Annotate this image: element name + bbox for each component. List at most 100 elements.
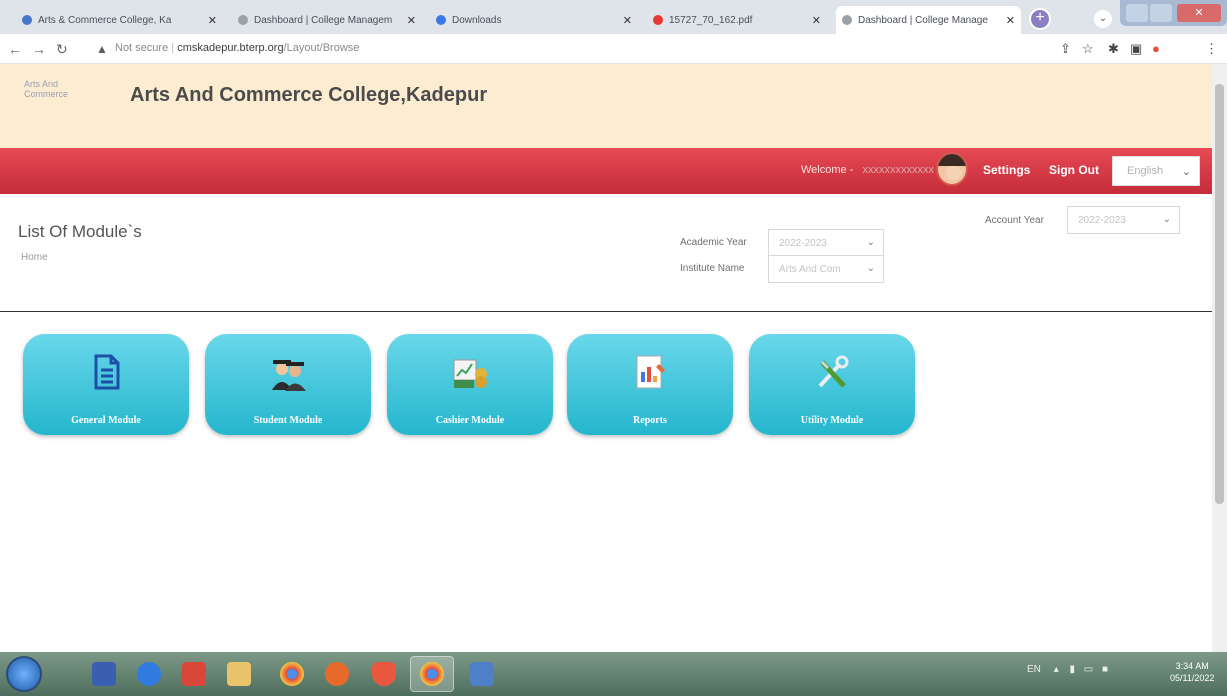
reports-icon bbox=[636, 355, 665, 389]
warning-icon[interactable]: ▲ bbox=[96, 42, 108, 56]
url-field[interactable]: Not secure | cmskadepur.bterp.org/Layout… bbox=[115, 42, 359, 54]
welcome-label: Welcome - bbox=[801, 164, 854, 176]
extensions-icon[interactable]: ✱ bbox=[1108, 41, 1119, 57]
tile-label: Utility Module bbox=[800, 415, 864, 426]
tab-title: 15727_70_162.pdf bbox=[669, 14, 753, 26]
browser-tab[interactable]: Arts & Commerce College, Ka ✕ bbox=[16, 6, 223, 34]
avatar[interactable] bbox=[936, 152, 968, 186]
sign-out-link[interactable]: Sign Out bbox=[1049, 163, 1099, 177]
chrome-icon[interactable] bbox=[280, 662, 304, 686]
url-path: /Layout/Browse bbox=[283, 42, 360, 54]
taskbar: EN ▴ ▮ ▭ ■ 3:34 AM 05/11/2022 bbox=[0, 652, 1227, 696]
screen: Arts & Commerce College, Ka ✕ Dashboard … bbox=[0, 0, 1227, 696]
student-module-tile[interactable]: Student Module bbox=[205, 334, 371, 435]
chevron-down-icon: ⌄ bbox=[866, 263, 875, 274]
close-icon[interactable]: ✕ bbox=[1006, 14, 1015, 27]
tab-title: Dashboard | College Manage bbox=[858, 14, 988, 26]
download-icon bbox=[436, 15, 446, 25]
system-tray: EN ▴ ▮ ▭ ■ bbox=[1027, 664, 1108, 675]
close-icon[interactable]: ✕ bbox=[623, 14, 632, 27]
close-icon[interactable]: ✕ bbox=[208, 14, 217, 27]
reports-tile[interactable]: Reports bbox=[567, 334, 733, 435]
image-viewer-icon[interactable] bbox=[470, 662, 494, 686]
account-year-select[interactable]: 2022-2023 ⌄ bbox=[1067, 206, 1180, 234]
volume-icon[interactable]: ■ bbox=[1102, 664, 1108, 675]
tile-label: General Module bbox=[71, 415, 141, 426]
share-icon[interactable]: ⇪ bbox=[1060, 41, 1071, 57]
avatar-face bbox=[946, 166, 962, 180]
tile-label: Reports bbox=[633, 415, 667, 426]
tile-label: Student Module bbox=[253, 415, 323, 426]
page-icon bbox=[238, 15, 248, 25]
logo-alt-text: Arts And Commerce bbox=[24, 79, 69, 99]
chevron-down-icon: ⌄ bbox=[1162, 214, 1171, 225]
brave-icon[interactable] bbox=[372, 662, 396, 686]
chevron-down-icon[interactable]: ⌄ bbox=[1094, 10, 1112, 28]
site-header: Arts And Commerce Arts And Commerce Coll… bbox=[0, 64, 1220, 149]
tab-title: Dashboard | College Managem bbox=[254, 14, 393, 26]
institute-name-label: Institute Name bbox=[680, 263, 745, 274]
profile-icon[interactable]: ● bbox=[1152, 41, 1160, 56]
academic-year-label: Academic Year bbox=[680, 237, 747, 248]
page-scrollbar[interactable] bbox=[1212, 64, 1227, 652]
office-icon[interactable] bbox=[182, 662, 206, 686]
new-tab-button[interactable]: + bbox=[1029, 8, 1051, 30]
browser-tab[interactable]: 15727_70_162.pdf ✕ bbox=[647, 6, 827, 34]
window-controls: ✕ bbox=[1120, 0, 1227, 26]
firefox-icon[interactable] bbox=[325, 662, 349, 686]
folder-icon[interactable] bbox=[227, 662, 251, 686]
close-window-button[interactable]: ✕ bbox=[1177, 4, 1221, 22]
maximize-button[interactable] bbox=[1150, 4, 1172, 22]
college-logo: Arts And Commerce bbox=[24, 79, 84, 139]
start-button[interactable] bbox=[6, 656, 42, 692]
menu-icon[interactable]: ⋮ bbox=[1205, 41, 1218, 57]
reload-icon[interactable]: ↻ bbox=[56, 41, 68, 58]
top-nav: Welcome - xxxxxxxxxxxxx Settings Sign Ou… bbox=[0, 148, 1220, 194]
account-year-value: 2022-2023 bbox=[1078, 215, 1126, 226]
browser-tab[interactable]: Dashboard | College Managem ✕ bbox=[232, 6, 422, 34]
institute-name-value: Arts And Com bbox=[779, 264, 841, 275]
browser-tab[interactable]: Downloads ✕ bbox=[430, 6, 638, 34]
document-icon bbox=[94, 354, 120, 390]
sidebar-icon[interactable]: ▣ bbox=[1130, 41, 1142, 57]
academic-year-select[interactable]: 2022-2023 ⌄ bbox=[768, 229, 884, 257]
browser-tab-bar: Arts & Commerce College, Ka ✕ Dashboard … bbox=[0, 0, 1227, 34]
divider bbox=[0, 311, 1220, 312]
clock-date: 05/11/2022 bbox=[1170, 673, 1215, 683]
action-center-icon[interactable]: ▭ bbox=[1084, 664, 1093, 675]
settings-link[interactable]: Settings bbox=[983, 163, 1030, 177]
media-player-icon[interactable] bbox=[92, 662, 116, 686]
language-value: English bbox=[1127, 165, 1164, 177]
back-icon[interactable]: ← bbox=[8, 41, 22, 57]
browser-tab-active[interactable]: Dashboard | College Manage ✕ bbox=[836, 6, 1021, 34]
breadcrumb[interactable]: Home bbox=[21, 252, 48, 263]
close-icon[interactable]: ✕ bbox=[812, 14, 821, 27]
network-icon[interactable]: ▮ bbox=[1070, 664, 1076, 675]
minimize-button[interactable] bbox=[1126, 4, 1148, 22]
chrome-icon[interactable] bbox=[420, 662, 444, 686]
scrollbar-thumb[interactable] bbox=[1215, 84, 1224, 504]
address-bar: ← → ↻ ▲ Not secure | cmskadepur.bterp.or… bbox=[0, 34, 1227, 64]
internet-explorer-icon[interactable] bbox=[137, 662, 161, 686]
page-icon bbox=[842, 15, 852, 25]
institute-name-select[interactable]: Arts And Com ⌄ bbox=[768, 255, 884, 283]
general-module-tile[interactable]: General Module bbox=[23, 334, 189, 435]
graduates-icon bbox=[272, 360, 306, 391]
language-select[interactable]: English ⌄ bbox=[1112, 156, 1200, 186]
tray-arrow-icon[interactable]: ▴ bbox=[1054, 664, 1059, 675]
user-name: xxxxxxxxxxxxx bbox=[862, 164, 934, 176]
utility-module-tile[interactable]: Utility Module bbox=[749, 334, 915, 435]
tab-title: Downloads bbox=[452, 14, 502, 26]
close-icon[interactable]: ✕ bbox=[407, 14, 416, 27]
forward-icon[interactable]: → bbox=[32, 41, 46, 57]
tab-title: Arts & Commerce College, Ka bbox=[38, 14, 172, 26]
avatar-hair bbox=[938, 154, 966, 166]
tools-icon bbox=[818, 355, 849, 388]
language-indicator[interactable]: EN bbox=[1027, 664, 1041, 675]
account-year-label: Account Year bbox=[985, 215, 1044, 226]
cashier-icon bbox=[453, 359, 487, 388]
page-title: List Of Module`s bbox=[18, 222, 142, 241]
star-icon[interactable]: ☆ bbox=[1082, 41, 1094, 57]
clock[interactable]: 3:34 AM 05/11/2022 bbox=[1170, 660, 1214, 684]
cashier-module-tile[interactable]: Cashier Module bbox=[387, 334, 553, 435]
